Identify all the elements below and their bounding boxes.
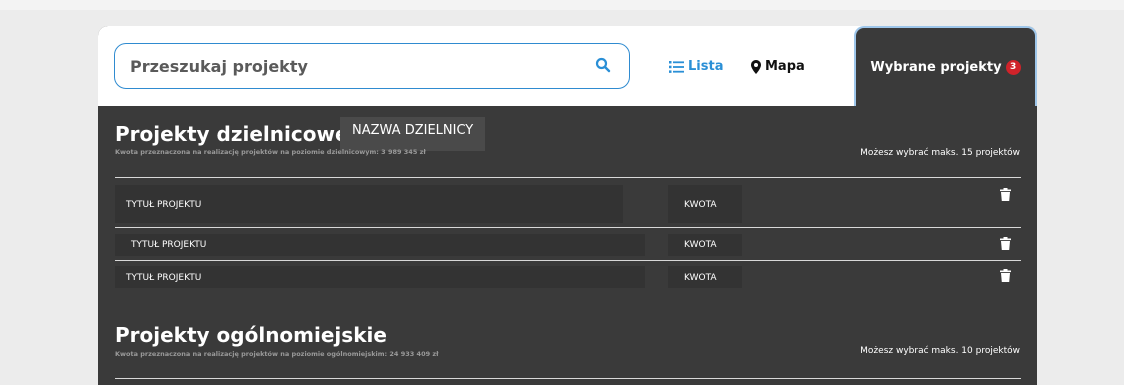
project-amount: KWOTA bbox=[684, 273, 717, 283]
district-name-tag: NAZWA DZIELNICY bbox=[340, 117, 486, 151]
search-input[interactable] bbox=[130, 44, 590, 88]
district-budget-info: Kwota przeznaczona na realizację projekt… bbox=[115, 148, 426, 156]
map-view-button[interactable]: Mapa bbox=[751, 59, 805, 74]
district-max-info: Możesz wybrać maks. 15 projektów bbox=[860, 148, 1020, 158]
trash-icon[interactable] bbox=[1000, 188, 1011, 201]
list-view-label: Lista bbox=[688, 59, 724, 74]
map-marker-icon bbox=[751, 59, 761, 74]
project-amount: KWOTA bbox=[684, 200, 717, 210]
city-section-title: Projekty ogólnomiejskie bbox=[115, 323, 387, 347]
map-view-label: Mapa bbox=[765, 59, 805, 74]
divider bbox=[115, 260, 1021, 261]
city-budget-info: Kwota przeznaczona na realizację projekt… bbox=[115, 350, 439, 358]
project-amount: KWOTA bbox=[684, 240, 717, 250]
divider bbox=[115, 378, 1021, 379]
search-icon[interactable] bbox=[595, 57, 611, 73]
trash-icon[interactable] bbox=[1000, 237, 1011, 250]
divider bbox=[115, 177, 1021, 178]
project-title: TYTUŁ PROJEKTU bbox=[126, 200, 202, 210]
trash-icon[interactable] bbox=[1000, 269, 1011, 282]
project-title: TYTUŁ PROJEKTU bbox=[126, 273, 202, 283]
page-top-bg bbox=[0, 0, 1124, 10]
district-section-title: Projekty dzielnicowe bbox=[115, 122, 349, 146]
selected-count-badge: 3 bbox=[1005, 59, 1021, 75]
divider bbox=[115, 227, 1021, 228]
city-max-info: Możesz wybrać maks. 10 projektów bbox=[860, 346, 1020, 356]
project-title: TYTUŁ PROJEKTU bbox=[131, 240, 207, 250]
list-view-button[interactable]: Lista bbox=[669, 59, 723, 74]
selected-projects-tab[interactable]: Wybrane projekty 3 bbox=[854, 26, 1037, 106]
search-box[interactable] bbox=[114, 43, 630, 89]
projects-panel: Lista Mapa Wybrane projekty 3 Projekty d… bbox=[98, 26, 1037, 385]
top-bar: Lista Mapa Wybrane projekty 3 bbox=[98, 26, 1037, 106]
list-icon bbox=[669, 60, 684, 73]
selected-projects-label: Wybrane projekty bbox=[870, 59, 1002, 75]
